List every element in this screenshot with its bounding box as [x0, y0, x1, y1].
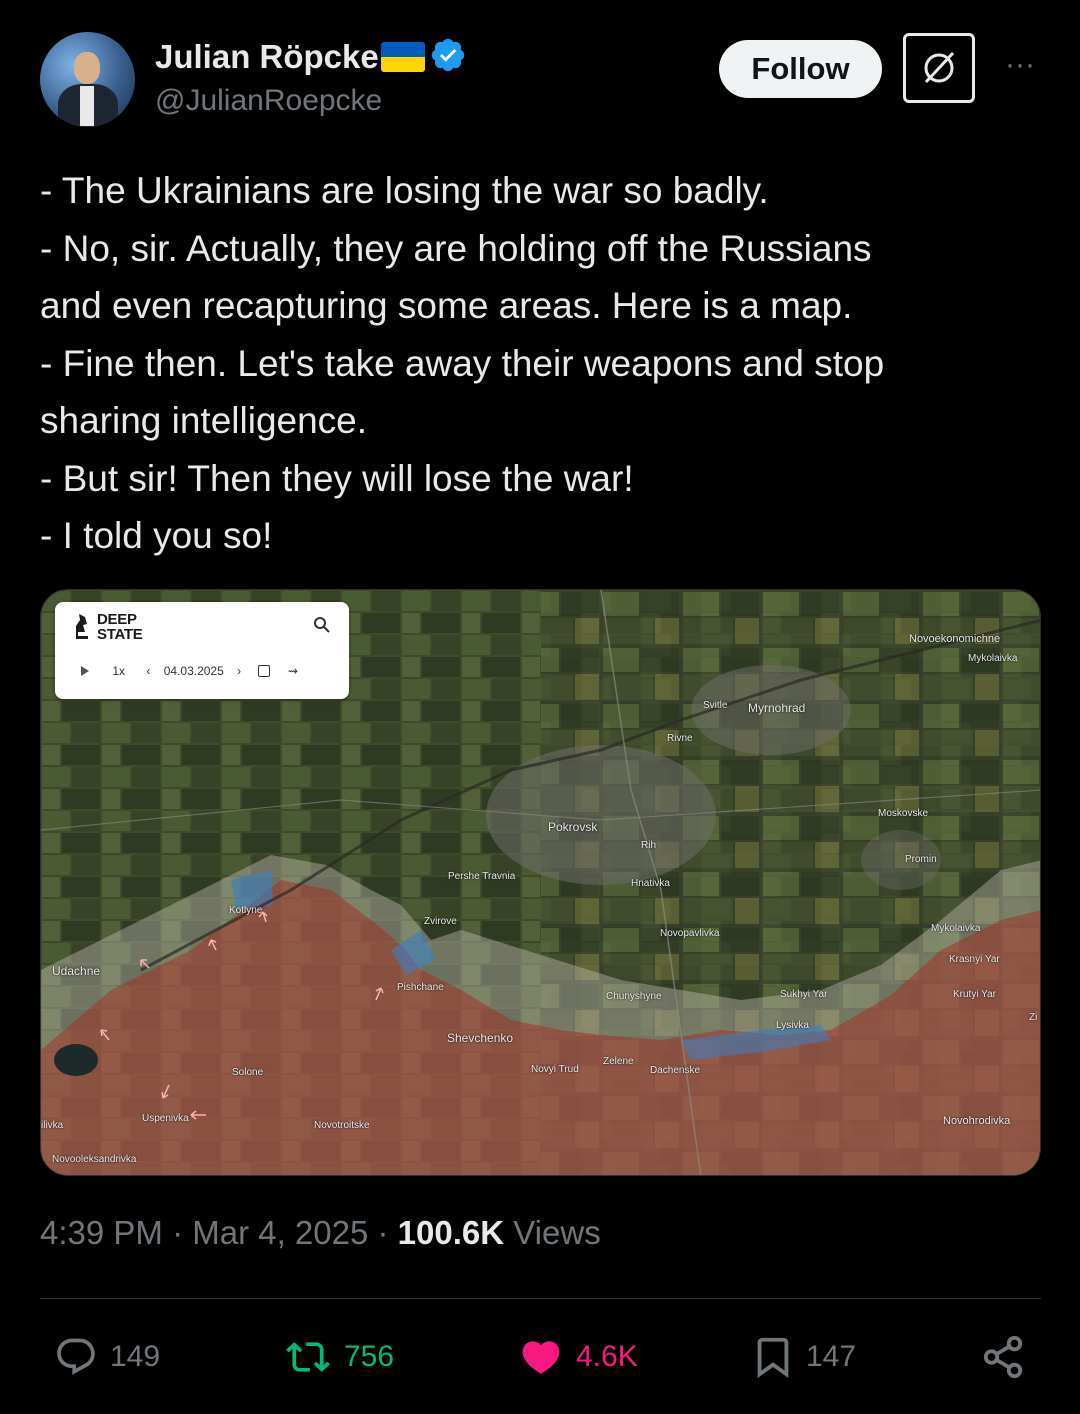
map-label: Shevchenko: [447, 1031, 514, 1045]
heart-icon: [522, 1341, 560, 1374]
author-name[interactable]: Julian Röpcke: [155, 38, 379, 75]
tweet-text: - The Ukrainians are losing the war so b…: [40, 162, 1040, 565]
bookmark-button[interactable]: 147: [750, 1330, 856, 1384]
map-label: Pershe Travnia: [448, 871, 516, 882]
bookmark-count: 147: [806, 1340, 857, 1373]
map-label: Krasnyi Yar: [949, 954, 1000, 965]
map-label: Rivne: [667, 733, 693, 744]
tweet-media-map[interactable]: Novoekonomichne Mykolaivka Svitle Myrnoh…: [40, 589, 1041, 1176]
grok-icon[interactable]: [903, 33, 975, 103]
map-label: Myrnohrad: [748, 701, 806, 715]
tweet-date[interactable]: Mar 4, 2025: [192, 1214, 368, 1251]
calendar-icon[interactable]: [258, 665, 271, 677]
map-label: Uspenivka: [142, 1113, 189, 1124]
deepstate-logo-line1: DEEP: [97, 611, 137, 628]
avatar-figure-face: [74, 52, 100, 84]
playback-speed[interactable]: 1x: [112, 664, 125, 678]
share-icon: [983, 1335, 1023, 1379]
search-icon[interactable]: [313, 616, 331, 639]
tweet-meta: 4:39 PM · Mar 4, 2025 · 100.6K Views: [40, 1214, 601, 1252]
deepstate-logo-line2: STATE: [97, 626, 143, 643]
avatar-figure-shirt: [80, 86, 94, 126]
meta-separator: ·: [162, 1214, 193, 1251]
reply-button[interactable]: 149: [52, 1330, 160, 1384]
like-button[interactable]: 4.6K: [516, 1330, 638, 1384]
tweet-line: - No, sir. Actually, they are holding of…: [40, 227, 872, 269]
deepstate-panel: DEEP STATE 1x ‹ 04.03.2025 › ⇝: [55, 602, 349, 699]
views-label: Views: [504, 1214, 601, 1251]
map-label: Novyi Trud: [531, 1064, 579, 1075]
more-options-icon[interactable]: ···: [998, 48, 1042, 88]
tweet-line: - I told you so!: [40, 515, 273, 556]
map-label: Krutyi Yar: [953, 989, 996, 1000]
map-label: Solone: [232, 1067, 264, 1078]
tweet-time[interactable]: 4:39 PM: [40, 1214, 163, 1251]
ukraine-flag-icon: [380, 42, 425, 72]
map-label: Pokrovsk: [548, 820, 598, 834]
map-label: Sukhyi Yar: [780, 989, 828, 1000]
author-avatar[interactable]: [40, 32, 135, 127]
compare-icon[interactable]: ⇝: [288, 664, 298, 678]
meta-separator: ·: [368, 1214, 398, 1251]
map-label: Dachenske: [650, 1065, 701, 1076]
follow-button[interactable]: Follow: [719, 40, 882, 98]
divider: [40, 1298, 1041, 1299]
tweet-line: - The Ukrainians are losing the war so b…: [40, 170, 769, 211]
map-label: Udachne: [52, 964, 101, 978]
chevron-left-icon[interactable]: ‹: [146, 664, 150, 678]
bookmark-icon: [757, 1337, 789, 1378]
map-label: Novooleksandrivka: [52, 1154, 137, 1165]
verified-badge-icon[interactable]: [429, 36, 467, 82]
views-count: 100.6K: [397, 1214, 505, 1251]
reply-count: 149: [110, 1340, 161, 1373]
map-label: Novohrodivka: [943, 1115, 1011, 1127]
map-label: Novoekonomichne: [909, 633, 1001, 645]
map-label: Zelene: [603, 1056, 634, 1067]
map-label: Novopavlivka: [660, 928, 720, 939]
map-label: Moskovske: [878, 808, 929, 819]
author-handle[interactable]: @JulianRoepcke: [155, 84, 382, 118]
map-label: ilivka: [41, 1120, 64, 1131]
map-label: Hnativka: [631, 878, 670, 889]
tweet-line: sharing intelligence.: [40, 400, 368, 441]
repost-icon: [286, 1342, 330, 1372]
map-label: Pishchane: [397, 982, 444, 993]
repost-count: 756: [344, 1340, 395, 1373]
tweet-line: and even recapturing some areas. Here is…: [40, 285, 853, 326]
map-label: Zi: [1029, 1012, 1038, 1023]
map-label: Chunyshyne: [606, 991, 662, 1002]
playback-controls: 1x ‹ 04.03.2025 › ⇝: [81, 664, 298, 678]
map-label: Zvirove: [424, 916, 457, 927]
map-label: Mykolaivka: [968, 653, 1018, 664]
author-name-row[interactable]: Julian Röpcke: [155, 36, 467, 82]
repost-button[interactable]: 756: [282, 1330, 394, 1384]
map-label: Promin: [905, 854, 937, 865]
map-label: Svitle: [703, 700, 728, 711]
map-label: Mykolaivka: [931, 923, 981, 934]
chevron-right-icon[interactable]: ›: [237, 664, 241, 678]
tweet-line: - Fine then. Let's take away their weapo…: [40, 342, 885, 384]
play-icon[interactable]: [81, 666, 89, 676]
tweet-line: - But sir! Then they will lose the war!: [40, 457, 634, 499]
deepstate-knight-icon: [76, 614, 88, 639]
map-label: Novotroitske: [314, 1120, 370, 1131]
map-label: Kotlyne: [229, 905, 263, 916]
map-label: Rih: [641, 840, 657, 851]
like-count: 4.6K: [576, 1340, 638, 1373]
map-label: Lysivka: [776, 1020, 809, 1031]
deepstate-logo: DEEP STATE: [76, 611, 143, 643]
reply-icon: [57, 1338, 95, 1375]
share-button[interactable]: [980, 1330, 1036, 1384]
map-date[interactable]: 04.03.2025: [164, 664, 224, 678]
